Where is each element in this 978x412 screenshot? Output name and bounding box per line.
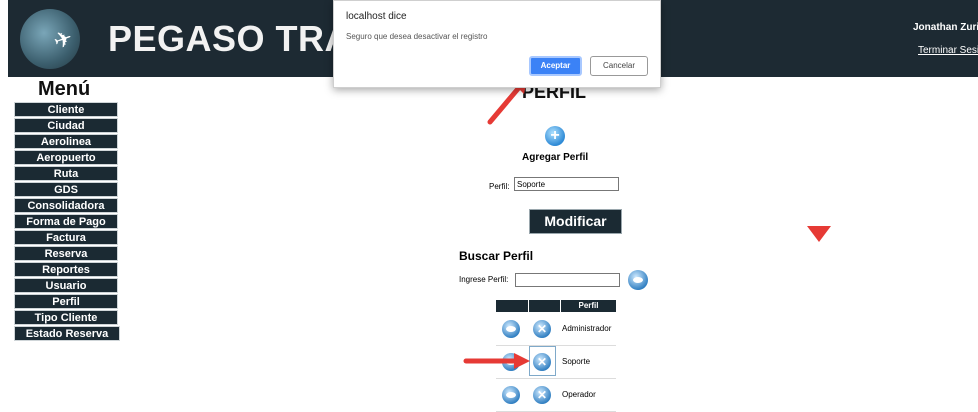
dialog-title: localhost dice <box>346 11 407 22</box>
perfil-input[interactable] <box>514 177 619 191</box>
menu-title: Menú <box>38 78 91 100</box>
view-icon[interactable] <box>502 386 520 404</box>
sidebar-menu: Cliente Ciudad Aerolinea Aeropuerto Ruta… <box>14 102 120 342</box>
add-profile-label: Agregar Perfil <box>522 152 589 163</box>
dialog-message: Seguro que desea desactivar el registro <box>346 32 488 41</box>
logout-link[interactable]: Terminar Sesión <box>918 45 978 56</box>
add-profile-icon[interactable]: + <box>545 126 565 146</box>
confirm-dialog: localhost dice Seguro que desea desactiv… <box>333 0 661 88</box>
table-header-view <box>496 300 528 312</box>
menu-item-ruta[interactable]: Ruta <box>14 166 118 181</box>
user-name: Jonathan Zurita <box>913 22 978 33</box>
table-header-delete <box>529 300 560 312</box>
perfil-field-label: Perfil: <box>489 182 510 191</box>
menu-item-reportes[interactable]: Reportes <box>14 262 118 277</box>
delete-icon[interactable]: ✕ <box>533 386 551 404</box>
modify-button[interactable]: Modificar <box>529 209 622 234</box>
cancel-button[interactable]: Cancelar <box>590 56 648 76</box>
search-field-label: Ingrese Perfil: <box>459 275 509 284</box>
menu-item-tipo-cliente[interactable]: Tipo Cliente <box>14 310 118 325</box>
table-row: ✕ Administrador <box>496 313 616 346</box>
menu-item-ciudad[interactable]: Ciudad <box>14 118 118 133</box>
profile-name: Administrador <box>562 324 612 333</box>
menu-item-reserva[interactable]: Reserva <box>14 246 118 261</box>
view-icon[interactable] <box>502 320 520 338</box>
menu-item-forma-de-pago[interactable]: Forma de Pago <box>14 214 118 229</box>
delete-icon[interactable]: ✕ <box>533 320 551 338</box>
accept-button[interactable]: Aceptar <box>529 56 582 76</box>
menu-item-gds[interactable]: GDS <box>14 182 118 197</box>
table-row: ✕ Operador <box>496 379 616 412</box>
menu-item-factura[interactable]: Factura <box>14 230 118 245</box>
menu-item-estado-reserva[interactable]: Estado Reserva <box>14 326 120 341</box>
menu-item-aeropuerto[interactable]: Aeropuerto <box>14 150 118 165</box>
menu-item-aerolinea[interactable]: Aerolinea <box>14 134 118 149</box>
search-icon[interactable] <box>628 270 648 290</box>
annotation-arrow-icon <box>463 353 530 369</box>
menu-item-usuario[interactable]: Usuario <box>14 278 118 293</box>
menu-item-perfil[interactable]: Perfil <box>14 294 118 309</box>
table-header-perfil: Perfil <box>561 300 616 312</box>
profile-name: Soporte <box>562 357 591 366</box>
profile-name: Operador <box>562 390 596 399</box>
menu-item-consolidadora[interactable]: Consolidadora <box>14 198 118 213</box>
search-input[interactable] <box>515 273 620 287</box>
search-section-title: Buscar Perfil <box>459 249 534 263</box>
menu-item-cliente[interactable]: Cliente <box>14 102 118 117</box>
brand-logo-icon: ✈ <box>20 9 80 69</box>
cursor-marker-icon <box>807 226 831 242</box>
